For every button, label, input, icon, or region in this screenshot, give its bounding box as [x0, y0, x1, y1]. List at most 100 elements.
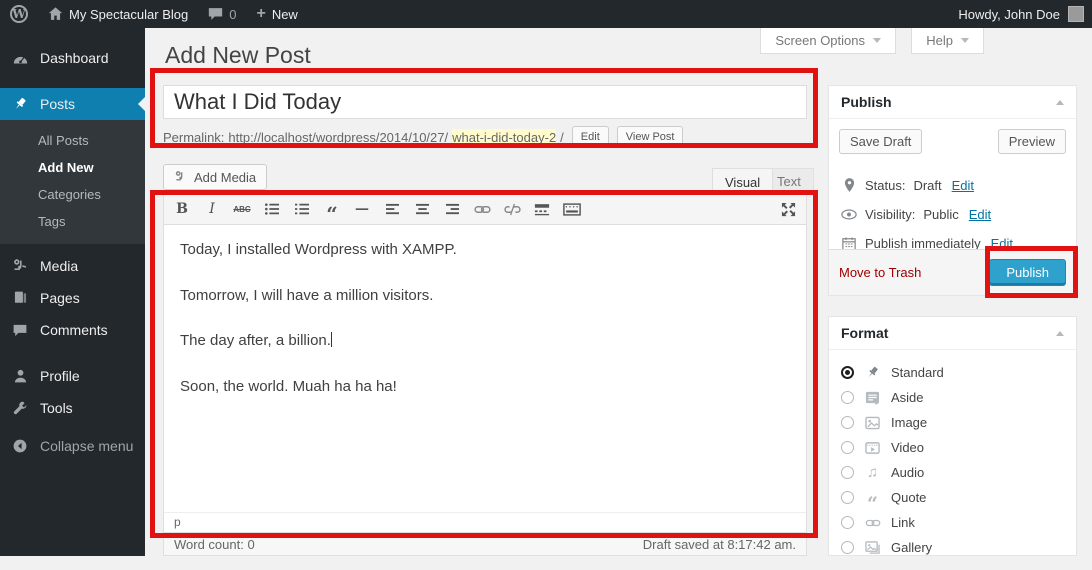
avatar[interactable] — [1068, 6, 1084, 22]
remove-link-icon[interactable] — [498, 197, 526, 221]
new-content-menu[interactable]: + New — [246, 0, 307, 28]
format-option-standard[interactable]: Standard — [841, 360, 1064, 385]
radio-audio[interactable] — [841, 466, 854, 479]
image-icon — [863, 416, 882, 430]
sidebar-subitem-add-new[interactable]: Add New — [0, 154, 145, 181]
add-media-button[interactable]: Add Media — [163, 164, 267, 190]
sidebar-item-tools[interactable]: Tools — [0, 392, 145, 424]
collapse-toggle-icon[interactable] — [1056, 100, 1064, 105]
preview-button[interactable]: Preview — [998, 129, 1066, 154]
sidebar-subitem-all-posts[interactable]: All Posts — [0, 127, 145, 154]
collapse-toggle-icon[interactable] — [1056, 331, 1064, 336]
publish-box-title: Publish — [841, 94, 892, 110]
help-label: Help — [926, 33, 953, 48]
format-option-image[interactable]: Image — [841, 410, 1064, 435]
edit-permalink-button[interactable]: Edit — [572, 126, 609, 148]
more-tag-icon[interactable] — [528, 197, 556, 221]
comments-shortcut[interactable]: 0 — [198, 0, 246, 28]
page-title: Add New Post — [165, 42, 311, 69]
editor-status-bar: Word count: 0 Draft saved at 8:17:42 am. — [163, 533, 807, 556]
align-right-icon[interactable] — [438, 197, 466, 221]
sidebar-subitem-categories[interactable]: Categories — [0, 181, 145, 208]
align-center-icon[interactable] — [408, 197, 436, 221]
radio-standard[interactable] — [841, 366, 854, 379]
publish-box-header[interactable]: Publish — [829, 86, 1076, 119]
italic-icon[interactable]: I — [198, 197, 226, 221]
post-status-pin-icon — [841, 178, 857, 193]
numbered-list-icon[interactable] — [288, 197, 316, 221]
user-icon — [10, 368, 30, 384]
align-left-icon[interactable] — [378, 197, 406, 221]
format-option-gallery[interactable]: Gallery — [841, 535, 1064, 560]
blockquote-icon[interactable]: “ — [318, 197, 346, 221]
radio-gallery[interactable] — [841, 541, 854, 554]
comment-bubble-icon — [208, 7, 223, 21]
sidebar-item-comments[interactable]: Comments — [0, 314, 145, 346]
pushpin-icon — [10, 96, 30, 112]
sidebar-item-dashboard[interactable]: Dashboard — [0, 42, 145, 74]
bold-icon[interactable]: B — [168, 197, 196, 221]
publish-button[interactable]: Publish — [989, 259, 1066, 286]
wordpress-logo-menu[interactable]: W — [0, 0, 38, 28]
radio-link[interactable] — [841, 516, 854, 529]
pushpin-icon — [863, 365, 882, 380]
sidebar-item-profile[interactable]: Profile — [0, 360, 145, 392]
format-box-header[interactable]: Format — [829, 317, 1076, 350]
format-label: Gallery — [891, 540, 932, 555]
distraction-free-icon[interactable] — [774, 197, 802, 221]
format-option-audio[interactable]: ♫ Audio — [841, 460, 1064, 485]
draft-saved-status: Draft saved at 8:17:42 am. — [643, 537, 796, 552]
pages-icon — [10, 290, 30, 306]
edit-visibility-link[interactable]: Edit — [969, 207, 991, 222]
toolbar-toggle-icon[interactable] — [558, 197, 586, 221]
site-name-link[interactable]: My Spectacular Blog — [38, 0, 198, 28]
format-option-aside[interactable]: Aside — [841, 385, 1064, 410]
strikethrough-icon[interactable]: ABC — [228, 197, 256, 221]
wrench-icon — [10, 400, 30, 416]
horizontal-rule-icon[interactable]: — — [348, 197, 376, 221]
editor-paragraph: Tomorrow, I will have a million visitors… — [180, 285, 790, 308]
move-to-trash-link[interactable]: Move to Trash — [839, 265, 921, 280]
editor-content-area[interactable]: Today, I installed Wordpress with XAMPP.… — [164, 225, 806, 513]
format-label: Video — [891, 440, 924, 455]
text-cursor — [331, 332, 332, 347]
edit-status-link[interactable]: Edit — [952, 178, 974, 193]
format-label: Quote — [891, 490, 926, 505]
sidebar-item-label: Profile — [40, 368, 80, 384]
collapse-arrow-icon — [10, 438, 30, 454]
howdy-account-link[interactable]: Howdy, John Doe — [958, 7, 1060, 22]
sidebar-subitem-tags[interactable]: Tags — [0, 208, 145, 235]
admin-bar: W My Spectacular Blog 0 + New Howdy, Joh… — [0, 0, 1092, 28]
post-title-input[interactable] — [163, 85, 807, 119]
sidebar-item-label: Pages — [40, 290, 80, 306]
status-value: Draft — [913, 178, 941, 193]
status-row: Status: Draft Edit — [841, 178, 1064, 193]
screen-options-label: Screen Options — [775, 33, 865, 48]
radio-video[interactable] — [841, 441, 854, 454]
insert-link-icon[interactable] — [468, 197, 496, 221]
chevron-down-icon — [961, 38, 969, 43]
sidebar-item-pages[interactable]: Pages — [0, 282, 145, 314]
format-box-title: Format — [841, 325, 888, 341]
sidebar-item-media[interactable]: Media — [0, 250, 145, 282]
bulleted-list-icon[interactable] — [258, 197, 286, 221]
editor-path-indicator[interactable]: p — [164, 512, 806, 532]
collapse-menu-button[interactable]: Collapse menu — [0, 430, 145, 462]
radio-quote[interactable] — [841, 491, 854, 504]
status-label: Status: — [865, 178, 905, 193]
dashboard-gauge-icon — [10, 51, 30, 66]
format-option-quote[interactable]: “ Quote — [841, 485, 1064, 510]
radio-aside[interactable] — [841, 391, 854, 404]
visibility-label: Visibility: — [865, 207, 915, 222]
screen-options-tab[interactable]: Screen Options — [760, 28, 896, 54]
permalink-slug: what-i-did-today-2 — [452, 129, 556, 146]
plus-icon: + — [256, 5, 265, 23]
media-icon — [10, 258, 30, 274]
tab-visual[interactable]: Visual — [712, 168, 773, 195]
view-post-button[interactable]: View Post — [617, 126, 684, 148]
help-tab[interactable]: Help — [911, 28, 984, 54]
sidebar-item-posts[interactable]: Posts — [0, 88, 145, 120]
radio-image[interactable] — [841, 416, 854, 429]
format-option-video[interactable]: Video — [841, 435, 1064, 460]
save-draft-button[interactable]: Save Draft — [839, 129, 922, 154]
